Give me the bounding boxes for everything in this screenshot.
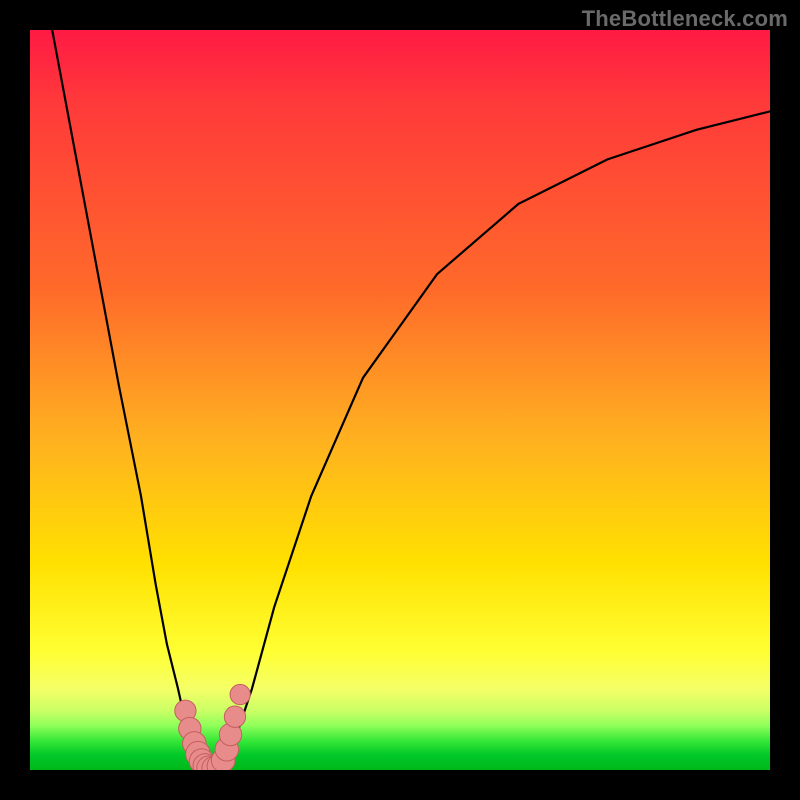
plot-area (30, 30, 770, 770)
chart-frame: TheBottleneck.com (0, 0, 800, 800)
curve-group (52, 30, 770, 770)
right-curve (222, 111, 770, 766)
chart-svg (30, 30, 770, 770)
marker-beads (175, 684, 251, 770)
left-curve (52, 30, 204, 766)
bead-marker (224, 706, 245, 727)
watermark-text: TheBottleneck.com (582, 6, 788, 32)
bead-marker (230, 684, 250, 704)
